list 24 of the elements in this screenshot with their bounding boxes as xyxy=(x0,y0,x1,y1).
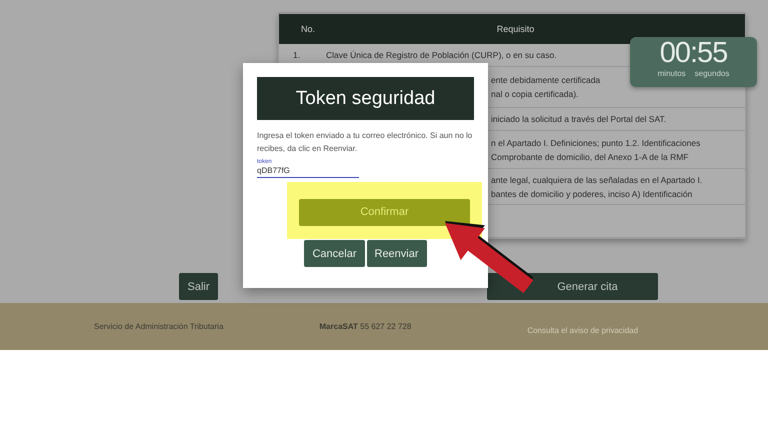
requirement-text: nal o copia certificada). xyxy=(491,89,580,99)
column-header: Requisito xyxy=(496,24,536,34)
requirement-text: iniciado la solicitud a través del Portal del SAT. xyxy=(491,114,668,124)
requirement-text: n el Apartado I. Definiciones; punto 1.2. Identificaciones xyxy=(491,138,702,148)
resend-button[interactable]: Reenviar xyxy=(366,240,427,267)
arrow-icon xyxy=(445,221,534,294)
cancel-button[interactable]: Cancelar xyxy=(304,240,364,267)
timer-label: segundos xyxy=(694,69,730,78)
timer-value: 00:55 xyxy=(660,37,728,69)
contact-phone: MarcaSAT 55 627 22 728 xyxy=(319,322,412,331)
token-field[interactable]: qDB77fG xyxy=(257,165,359,178)
dialog-message: Ingresa el token enviado a tu correo electrónico. Si aun no lo recibes, da clic en Reenviar. xyxy=(257,130,474,155)
requirement-text: Comprobante de domicilio, del Anexo 1-A de la RMF xyxy=(491,152,690,162)
requirement-text: ante legal, cualquiera de las señaladas en el Apartado I. xyxy=(491,174,704,184)
requirement-text: Clave Única de Registro de Población (CURP), o en su caso. xyxy=(326,50,558,60)
requirement-text: ente debidamente certificada xyxy=(491,75,602,85)
exit-button[interactable]: Salir xyxy=(179,273,218,300)
timer-label: minutos xyxy=(658,69,686,78)
generate-appointment-button[interactable]: Generar cita xyxy=(487,273,658,300)
dialog-title: Token seguridad xyxy=(257,77,474,120)
requirement-text: bantes de domicilio y poderes, inciso A) Identificación xyxy=(491,188,694,198)
column-header: No. xyxy=(300,24,316,34)
row-number: 1. xyxy=(292,50,302,60)
organization-name: Servicio de Administración Tributaria xyxy=(94,322,224,331)
